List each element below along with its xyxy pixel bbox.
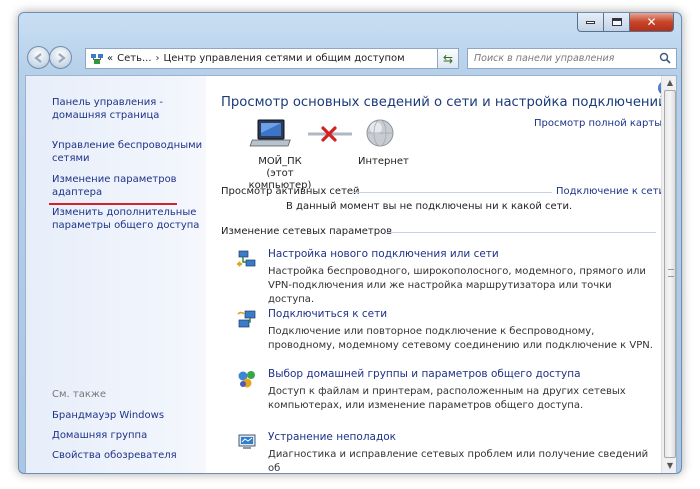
- maximize-icon: [611, 18, 622, 26]
- close-icon: ✕: [646, 15, 657, 29]
- caption-buttons: ✕: [577, 13, 674, 32]
- search-icon[interactable]: [659, 52, 671, 64]
- task-troubleshoot: Устранение неполадок Диагностика и испра…: [236, 431, 656, 474]
- scroll-up-icon[interactable]: ▲: [664, 78, 676, 90]
- forward-button[interactable]: [49, 46, 72, 69]
- content-area: Панель управления - домашняя страница Уп…: [25, 75, 677, 474]
- sidebar-item-wireless-line2: сетями: [52, 153, 90, 164]
- sidebar-item-home-line1: Панель управления -: [52, 97, 164, 108]
- task-connect-desc: Подключение или повторное подключение к …: [268, 326, 653, 351]
- computer-name: МОЙ_ПК: [258, 156, 302, 167]
- globe-icon[interactable]: [366, 119, 394, 147]
- sidebar-item-adapter-settings[interactable]: Изменение параметров адаптера: [52, 173, 177, 199]
- sidebar-item-home-line2: домашняя страница: [52, 110, 160, 121]
- minimize-icon: [586, 20, 595, 24]
- homegroup-icon: [238, 371, 255, 388]
- task-homegroup-desc: Доступ к файлам и принтерам, расположенн…: [268, 386, 626, 411]
- sidebar-item-sharing-line1: Изменить дополнительные: [52, 207, 197, 218]
- network-map-graphic: [249, 119, 394, 147]
- back-button[interactable]: [27, 46, 50, 69]
- breadcrumb-network-center[interactable]: Центр управления сетями и общим доступом: [164, 53, 405, 64]
- divider: [352, 192, 552, 193]
- refresh-button[interactable]: ⇆: [437, 48, 459, 69]
- see-also-firewall[interactable]: Брандмауэр Windows: [52, 409, 164, 422]
- network-map: МОЙ_ПК (этот компьютер) Интернет: [246, 116, 446, 191]
- breadcrumb-network[interactable]: Сеть...: [117, 53, 151, 64]
- divider: [386, 232, 656, 233]
- back-arrow-icon: [34, 53, 42, 63]
- search-box[interactable]: [467, 48, 677, 69]
- annotation-underline: [49, 203, 177, 205]
- page-title: Просмотр основных сведений о сети и наст…: [221, 95, 667, 110]
- sidebar-item-home[interactable]: Панель управления - домашняя страница: [52, 96, 163, 122]
- search-input[interactable]: [474, 53, 654, 64]
- full-map-link[interactable]: Просмотр полной карты: [534, 118, 662, 129]
- task-homegroup: Выбор домашней группы и параметров общег…: [236, 368, 656, 418]
- breadcrumb-separator[interactable]: ›: [156, 53, 160, 64]
- task-connect-link[interactable]: Подключиться к сети: [268, 308, 387, 320]
- refresh-icon: ⇆: [442, 51, 454, 66]
- see-also-internet-options[interactable]: Свойства обозревателя: [52, 449, 177, 462]
- see-also-homegroup[interactable]: Домашняя группа: [52, 429, 147, 442]
- sidebar-item-adapter-line2: адаптера: [52, 187, 103, 198]
- main-panel: ? Просмотр основных сведений о сети и на…: [206, 76, 676, 474]
- close-button[interactable]: ✕: [630, 13, 674, 32]
- scrollbar-thumb[interactable]: [664, 90, 676, 458]
- sidebar: Панель управления - домашняя страница Уп…: [26, 76, 206, 473]
- forward-arrow-icon: [58, 53, 66, 63]
- scroll-down-icon[interactable]: ▼: [664, 461, 676, 473]
- breadcrumb-prefix[interactable]: «: [107, 53, 113, 64]
- sidebar-item-sharing-settings[interactable]: Изменить дополнительные параметры общего…: [52, 206, 199, 232]
- maximize-button[interactable]: [604, 13, 630, 32]
- sidebar-item-sharing-line2: параметры общего доступа: [52, 220, 200, 231]
- navigation-bar: « Сеть... › Центр управления сетями и об…: [19, 43, 681, 73]
- network-folder-icon: [90, 52, 104, 66]
- task-new-connection-link[interactable]: Настройка нового подключения или сети: [268, 248, 499, 260]
- computer-icon[interactable]: [249, 119, 291, 147]
- address-bar[interactable]: « Сеть... › Центр управления сетями и об…: [85, 48, 459, 69]
- task-homegroup-link[interactable]: Выбор домашней группы и параметров общег…: [268, 368, 581, 380]
- task-connect: Подключиться к сети Подключение или повт…: [236, 308, 656, 358]
- task-new-connection: Настройка нового подключения или сети На…: [236, 248, 656, 305]
- scrollbar-grip: [668, 269, 674, 277]
- no-network-text: В данный момент вы не подключены ни к ка…: [286, 201, 573, 212]
- connect-to-network-link[interactable]: Подключение к сети: [556, 186, 665, 197]
- network-setup-icon: [237, 250, 256, 267]
- see-also-title: См. также: [52, 389, 107, 400]
- vertical-scrollbar[interactable]: ▲ ▼: [661, 76, 676, 473]
- control-panel-window: ✕ « Сеть... › Центр управления сетями и …: [18, 12, 682, 474]
- minimize-button[interactable]: [577, 13, 604, 32]
- sidebar-item-adapter-line1: Изменение параметров: [52, 174, 177, 185]
- task-troubleshoot-desc: Диагностика и исправление сетевых пробле…: [268, 449, 649, 474]
- task-new-connection-desc: Настройка беспроводного, широкополосного…: [268, 266, 646, 305]
- sidebar-item-wireless-line1: Управление беспроводными: [52, 140, 203, 151]
- sidebar-item-wireless[interactable]: Управление беспроводными сетями: [52, 139, 202, 165]
- internet-label: Интернет: [358, 156, 409, 167]
- task-troubleshoot-link[interactable]: Устранение неполадок: [268, 431, 396, 443]
- troubleshoot-icon: [238, 434, 256, 449]
- connect-network-icon: [237, 310, 256, 328]
- change-settings-heading: Изменение сетевых параметров: [221, 226, 393, 237]
- active-networks-heading: Просмотр активных сетей: [221, 186, 360, 197]
